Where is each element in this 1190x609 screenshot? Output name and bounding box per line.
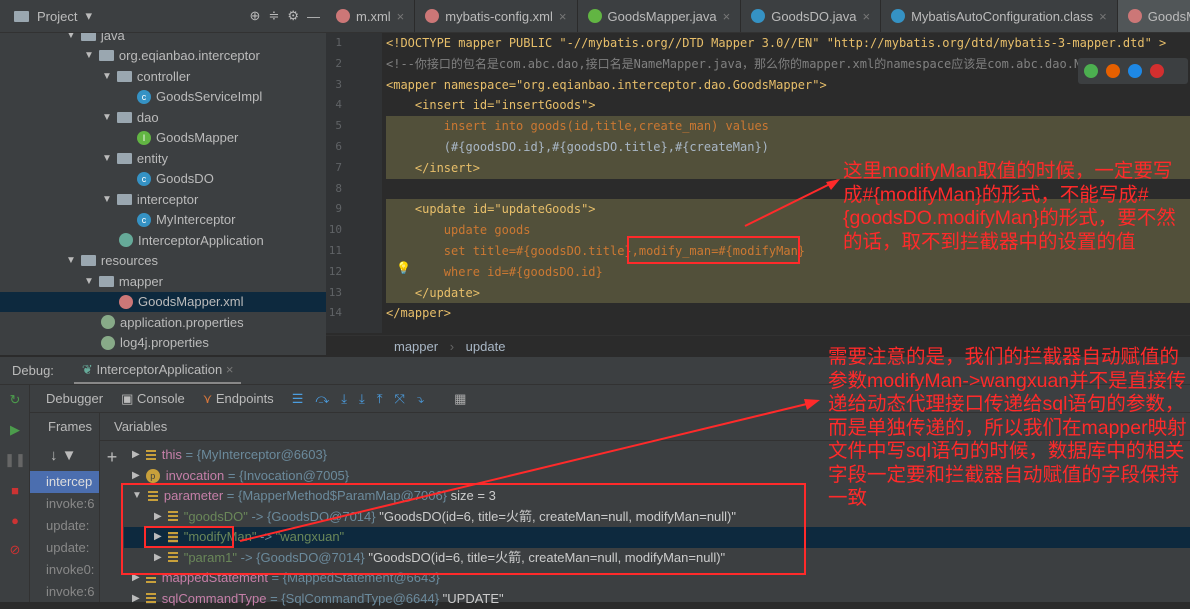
arrow-head-1 (826, 179, 840, 190)
annotation-arrow-2 (240, 402, 815, 541)
annotation-arrow-1 (745, 180, 838, 226)
highlight-box-wangxuan (145, 527, 233, 547)
highlight-box-modifyman (628, 237, 799, 263)
highlight-box-parameter (122, 484, 805, 574)
arrow-head-2 (804, 399, 820, 410)
annotation-overlay (0, 0, 1190, 602)
